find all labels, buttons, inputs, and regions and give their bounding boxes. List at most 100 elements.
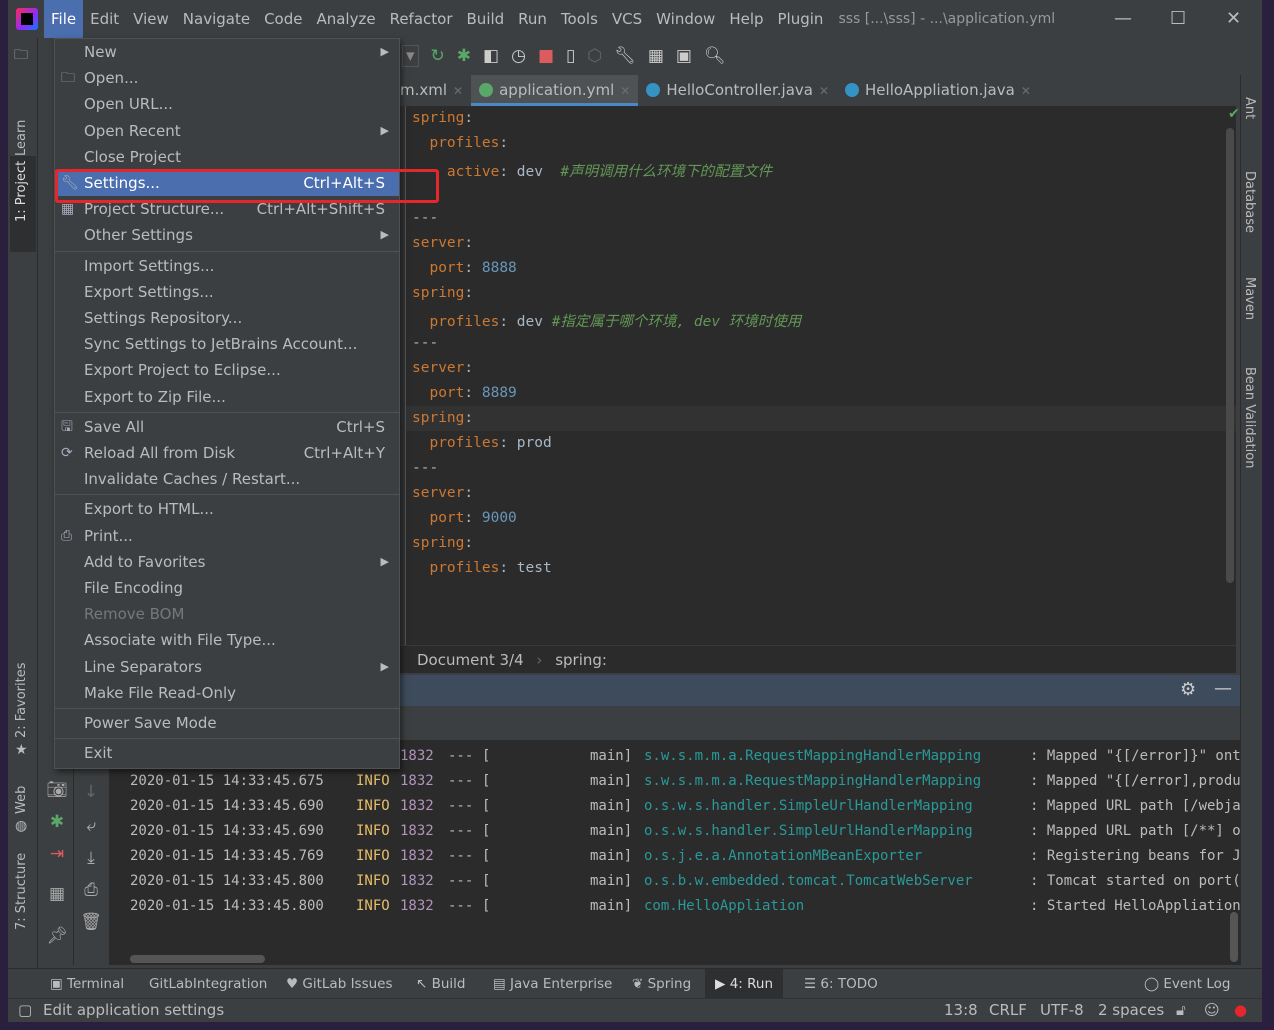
hide-icon[interactable]: — — [1214, 678, 1232, 699]
breadcrumb-path[interactable]: spring: — [555, 651, 607, 669]
tool-favorites[interactable]: 2: Favorites — [14, 662, 29, 738]
menu-view[interactable]: View — [126, 0, 176, 38]
close-tab-icon[interactable]: ✕ — [1021, 84, 1031, 98]
menu-item-invalidate-caches-restart[interactable]: Invalidate Caches / Restart... — [55, 466, 399, 492]
menu-window[interactable]: Window — [649, 0, 722, 38]
tool-web[interactable]: Web — [14, 786, 29, 814]
tool-run[interactable]: ▶ 4: Run — [705, 969, 784, 999]
menu-file[interactable]: File — [44, 0, 84, 38]
menu-help[interactable]: Help — [722, 0, 770, 38]
menu-build[interactable]: Build — [460, 0, 512, 38]
menu-item-sync-settings-to-jetbrains-account[interactable]: Sync Settings to JetBrains Account... — [55, 331, 399, 357]
menu-analyze[interactable]: Analyze — [309, 0, 382, 38]
tool-gitlab-issues[interactable]: ♥ GitLab Issues — [286, 969, 393, 999]
exit-icon[interactable]: ⇥ — [40, 844, 74, 864]
caret-position[interactable]: 13:8 — [944, 999, 978, 1021]
close-tab-icon[interactable]: ✕ — [819, 84, 829, 98]
menu-item-open-recent[interactable]: Open Recent ▶ — [55, 118, 399, 144]
menu-item-export-to-html[interactable]: Export to HTML... — [55, 496, 399, 522]
breadcrumb-document[interactable]: Document 3/4 — [417, 651, 524, 669]
tab-helloappliation-java[interactable]: HelloAppliation.java ✕ — [837, 75, 1039, 106]
menu-item-print[interactable]: ⎙ Print... — [55, 523, 399, 549]
menu-item-save-all[interactable]: 🖫 Save All Ctrl+S — [55, 414, 399, 440]
menu-item-settings-repository[interactable]: Settings Repository... — [55, 305, 399, 331]
menu-item-export-settings[interactable]: Export Settings... — [55, 279, 399, 305]
print-icon[interactable]: ⎙ — [74, 880, 108, 900]
editor-scrollbar[interactable] — [1226, 128, 1234, 583]
trash-icon[interactable]: 🗑︎ — [74, 912, 108, 932]
tool-ant[interactable]: Ant — [1242, 97, 1257, 119]
tool-bean-validation[interactable]: Bean Validation — [1242, 367, 1257, 468]
indent-setting[interactable]: 2 spaces — [1098, 999, 1164, 1021]
close-window-button[interactable]: ✕ — [1226, 8, 1241, 29]
menu-plugin[interactable]: Plugin — [771, 0, 831, 38]
menu-navigate[interactable]: Navigate — [176, 0, 257, 38]
rerun-icon[interactable]: ↻ — [431, 46, 445, 66]
menu-item-open-url[interactable]: Open URL... — [55, 91, 399, 117]
menu-edit[interactable]: Edit — [83, 0, 126, 38]
tool-gitlab-integration[interactable]: GitLabIntegration — [149, 969, 267, 999]
menu-item-remove-bom[interactable]: Remove BOM — [55, 601, 399, 627]
menu-vcs[interactable]: VCS — [605, 0, 649, 38]
layout-icon[interactable]: ▦ — [40, 884, 74, 904]
profile-icon[interactable]: ◷ — [511, 46, 526, 66]
pin-icon[interactable]: 📌︎ — [40, 926, 74, 946]
inspector-icon[interactable]: ☺ — [1204, 999, 1220, 1021]
menu-item-add-to-favorites[interactable]: Add to Favorites ▶ — [55, 549, 399, 575]
menu-code[interactable]: Code — [257, 0, 309, 38]
console-h-scrollbar[interactable] — [130, 955, 265, 963]
tool-maven[interactable]: Maven — [1242, 277, 1257, 320]
menu-item-exit[interactable]: Exit — [55, 740, 399, 766]
menu-item-new[interactable]: New ▶ — [55, 39, 399, 65]
debug-icon[interactable]: ✱ — [457, 46, 471, 66]
menu-item-power-save-mode[interactable]: Power Save Mode — [55, 710, 399, 736]
line-separator[interactable]: CRLF — [989, 999, 1027, 1021]
run-config-dropdown[interactable]: ▾ — [402, 45, 419, 67]
run-console[interactable]: 1832 --- [main] s.w.s.m.m.a.RequestMappingH… — [110, 740, 1240, 965]
coverage-icon[interactable]: ◧ — [483, 46, 499, 66]
tool-todo[interactable]: ☰ 6: TODO — [804, 969, 878, 999]
error-icon[interactable]: ● — [1234, 999, 1247, 1021]
file-encoding[interactable]: UTF-8 — [1040, 999, 1084, 1021]
tool-learn[interactable]: Learn — [14, 120, 29, 156]
scroll-down-icon[interactable]: ↓ — [74, 782, 108, 802]
menu-item-open[interactable]: 🗀 Open... — [55, 65, 399, 91]
menu-refactor[interactable]: Refactor — [383, 0, 460, 38]
tab-application-yml[interactable]: application.yml ✕ — [471, 75, 639, 106]
debug-restart-icon[interactable]: ✱ — [40, 812, 74, 832]
close-tab-icon[interactable]: ✕ — [620, 84, 630, 98]
tab-hellocontroller-java[interactable]: HelloController.java ✕ — [638, 75, 837, 106]
tool-spring[interactable]: ❦ Spring — [632, 969, 691, 999]
menu-item-associate-with-file-type[interactable]: Associate with File Type... — [55, 627, 399, 653]
tool-structure[interactable]: 7: Structure — [14, 853, 29, 930]
minimize-button[interactable]: — — [1114, 8, 1132, 29]
tool-database[interactable]: Database — [1242, 171, 1257, 233]
menu-item-export-project-to-eclipse[interactable]: Export Project to Eclipse... — [55, 357, 399, 383]
menu-item-close-project[interactable]: Close Project — [55, 144, 399, 170]
menu-item-file-encoding[interactable]: File Encoding — [55, 575, 399, 601]
close-tab-icon[interactable]: ✕ — [453, 84, 463, 98]
soft-wrap-icon[interactable]: ⤶ — [74, 816, 108, 836]
wrench-icon[interactable]: 🔧︎ — [614, 46, 636, 66]
camera-icon[interactable]: 📷︎ — [40, 780, 74, 800]
terminal-window-icon[interactable]: ▣ — [676, 46, 692, 66]
project-structure-icon[interactable]: ▦ — [648, 46, 664, 66]
lock-icon[interactable]: 🔓︎ — [1176, 999, 1186, 1021]
stop-icon[interactable]: ■ — [538, 46, 554, 66]
menu-tools[interactable]: Tools — [554, 0, 605, 38]
menu-run[interactable]: Run — [511, 0, 554, 38]
tool-build[interactable]: ↖ Build — [416, 969, 466, 999]
menu-item-other-settings[interactable]: Other Settings ▶ — [55, 222, 399, 248]
menu-item-export-to-zip-file[interactable]: Export to Zip File... — [55, 384, 399, 410]
tab-m-xml[interactable]: m.xml ✕ — [392, 75, 471, 106]
tool-event-log[interactable]: ◯ Event Log — [1144, 969, 1230, 999]
tool-terminal[interactable]: ▣ Terminal — [50, 969, 124, 999]
menu-item-reload-all-from-disk[interactable]: ⟳ Reload All from Disk Ctrl+Alt+Y — [55, 440, 399, 466]
tool-java-enterprise[interactable]: ▤ Java Enterprise — [493, 969, 612, 999]
code-editor[interactable]: ⌂⌂⌂⌂⌂⌂⌂⌂⌂⌂⌂⌂⌂⌂⌂⌂⌂⌂ spring: profiles: act… — [392, 106, 1240, 646]
menu-item-make-file-read-only[interactable]: Make File Read-Only — [55, 680, 399, 706]
maximize-button[interactable]: ☐ — [1170, 8, 1186, 29]
device-icon[interactable]: ▯ — [566, 46, 575, 66]
gear-icon[interactable]: ⚙ — [1180, 679, 1196, 700]
tool-project[interactable]: 1: Project — [14, 161, 29, 222]
